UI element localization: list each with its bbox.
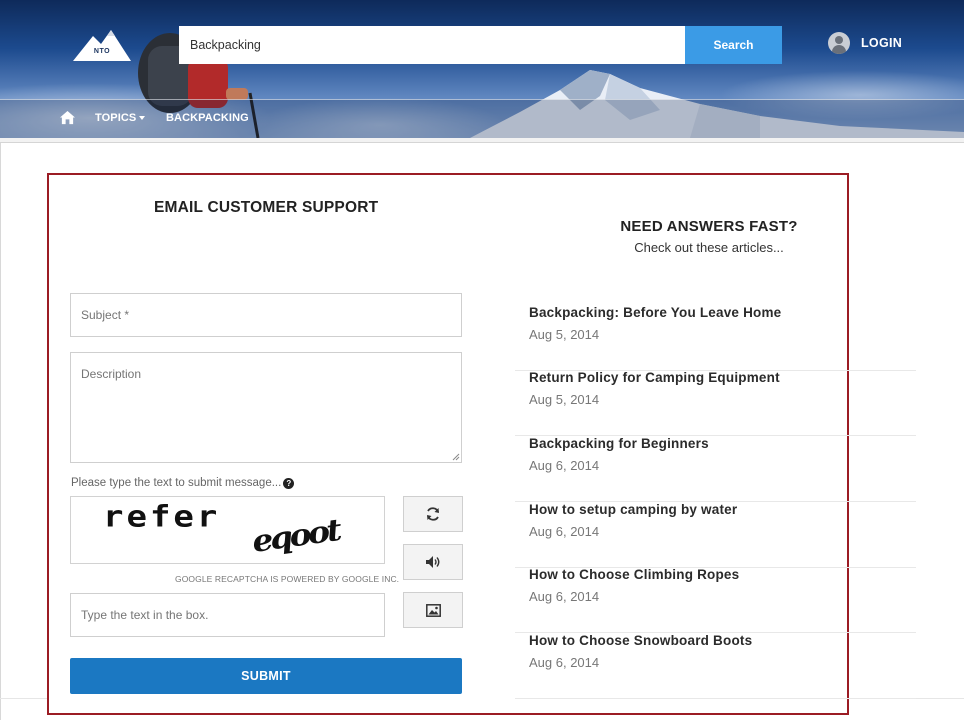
nav-topics-label: TOPICS xyxy=(95,112,137,124)
article-date: Aug 5, 2014 xyxy=(529,327,600,342)
article-item[interactable]: Backpacking: Before You Leave Home Aug 5… xyxy=(515,305,916,371)
captcha-prompt-text: Please type the text to submit message..… xyxy=(71,477,282,489)
articles-title: NEED ANSWERS FAST? xyxy=(620,218,798,235)
captcha-prompt: Please type the text to submit message..… xyxy=(71,477,295,489)
home-icon[interactable] xyxy=(60,110,75,125)
article-date: Aug 6, 2014 xyxy=(529,524,600,539)
articles-subtitle: Check out these articles... xyxy=(634,240,784,255)
article-item[interactable]: How to setup camping by water Aug 6, 201… xyxy=(515,502,916,568)
article-date: Aug 6, 2014 xyxy=(529,655,600,670)
captcha-word-2: eqoot xyxy=(250,513,341,560)
article-title[interactable]: How to Choose Snowboard Boots xyxy=(529,633,752,648)
captcha-response-input[interactable] xyxy=(70,593,385,637)
speaker-icon xyxy=(426,556,440,568)
chevron-down-icon xyxy=(139,116,146,121)
article-title[interactable]: How to setup camping by water xyxy=(529,502,737,517)
login-label: LOGIN xyxy=(861,36,903,50)
article-title[interactable]: Backpacking for Beginners xyxy=(529,436,709,451)
refresh-icon xyxy=(427,507,439,521)
search-button[interactable]: Search xyxy=(685,26,782,64)
article-title[interactable]: Return Policy for Camping Equipment xyxy=(529,370,780,385)
article-item[interactable]: How to Choose Snowboard Boots Aug 6, 201… xyxy=(515,633,916,699)
subject-field[interactable] xyxy=(70,293,462,337)
description-field[interactable] xyxy=(70,352,462,463)
search-input[interactable] xyxy=(179,26,685,64)
article-item[interactable]: Backpacking for Beginners Aug 6, 2014 xyxy=(515,436,916,502)
article-date: Aug 6, 2014 xyxy=(529,589,600,604)
resize-handle-icon[interactable] xyxy=(452,453,460,461)
captcha-image: refer eqoot xyxy=(70,496,385,564)
captcha-audio-button[interactable] xyxy=(403,544,463,580)
captcha-word-1: refer xyxy=(103,500,221,534)
header-divider xyxy=(0,138,964,143)
login-button[interactable]: LOGIN xyxy=(828,32,902,54)
logo-text: NTO xyxy=(93,48,111,55)
logo-mountain-icon xyxy=(73,30,131,61)
image-icon xyxy=(425,603,441,617)
nav-backpacking-link[interactable]: BACKPACKING xyxy=(166,112,249,124)
submit-button[interactable]: SUBMIT xyxy=(70,658,462,694)
user-avatar-icon xyxy=(828,32,850,54)
question-circle-icon[interactable]: ? xyxy=(283,478,295,489)
article-date: Aug 6, 2014 xyxy=(529,458,600,473)
form-title: EMAIL CUSTOMER SUPPORT xyxy=(154,199,379,216)
article-item[interactable]: Return Policy for Camping Equipment Aug … xyxy=(515,370,916,436)
nav-topics-menu[interactable]: TOPICS xyxy=(95,112,146,124)
recaptcha-note: GOOGLE RECAPTCHA IS POWERED BY GOOGLE IN… xyxy=(175,574,400,584)
page-left-border xyxy=(0,143,1,720)
captcha-refresh-button[interactable] xyxy=(403,496,463,532)
article-title[interactable]: Backpacking: Before You Leave Home xyxy=(529,305,781,320)
article-item[interactable]: How to Choose Climbing Ropes Aug 6, 2014 xyxy=(515,567,916,633)
site-logo[interactable]: NTO xyxy=(73,26,131,62)
captcha-image-button[interactable] xyxy=(403,592,463,628)
article-date: Aug 5, 2014 xyxy=(529,392,600,407)
article-title[interactable]: How to Choose Climbing Ropes xyxy=(529,567,739,582)
